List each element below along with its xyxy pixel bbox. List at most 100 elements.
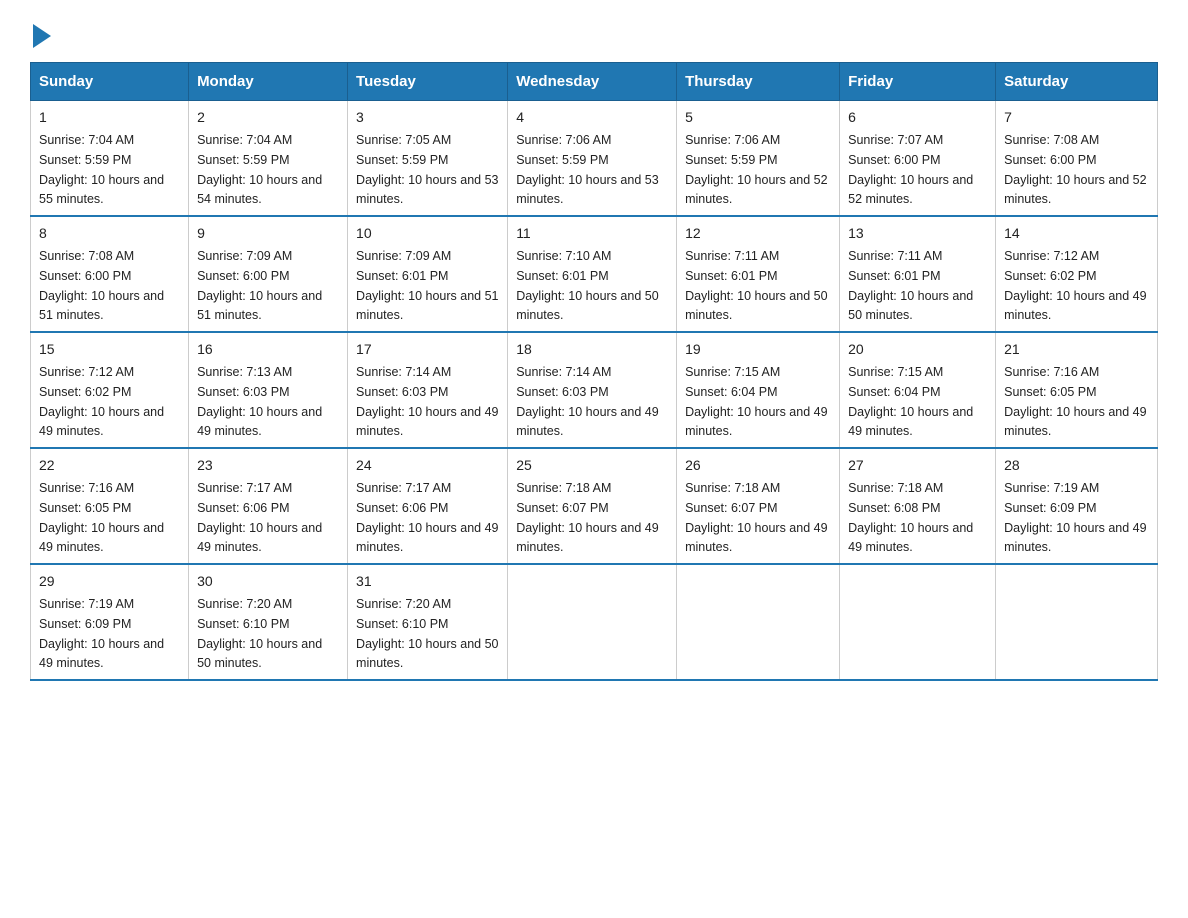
day-cell: 29 Sunrise: 7:19 AMSunset: 6:09 PMDayligh…	[31, 564, 189, 680]
day-number: 3	[356, 107, 499, 128]
day-number: 30	[197, 571, 339, 592]
day-number: 17	[356, 339, 499, 360]
day-cell	[840, 564, 996, 680]
week-row-5: 29 Sunrise: 7:19 AMSunset: 6:09 PMDayligh…	[31, 564, 1158, 680]
week-row-2: 8 Sunrise: 7:08 AMSunset: 6:00 PMDaylight…	[31, 216, 1158, 332]
day-cell: 30 Sunrise: 7:20 AMSunset: 6:10 PMDayligh…	[189, 564, 348, 680]
day-info: Sunrise: 7:12 AMSunset: 6:02 PMDaylight:…	[1004, 249, 1146, 322]
week-row-4: 22 Sunrise: 7:16 AMSunset: 6:05 PMDayligh…	[31, 448, 1158, 564]
day-info: Sunrise: 7:09 AMSunset: 6:00 PMDaylight:…	[197, 249, 322, 322]
day-cell: 1Sunrise: 7:04 AMSunset: 5:59 PMDaylight…	[31, 101, 189, 217]
day-cell: 6 Sunrise: 7:07 AMSunset: 6:00 PMDaylight…	[840, 101, 996, 217]
day-number: 18	[516, 339, 668, 360]
day-info: Sunrise: 7:18 AMSunset: 6:08 PMDaylight:…	[848, 481, 973, 554]
day-cell: 3Sunrise: 7:05 AMSunset: 5:59 PMDaylight…	[348, 101, 508, 217]
day-number: 11	[516, 223, 668, 244]
day-number: 19	[685, 339, 831, 360]
day-cell: 22 Sunrise: 7:16 AMSunset: 6:05 PMDayligh…	[31, 448, 189, 564]
day-cell: 24 Sunrise: 7:17 AMSunset: 6:06 PMDayligh…	[348, 448, 508, 564]
logo-triangle-icon	[33, 24, 51, 48]
weekday-header-friday: Friday	[840, 63, 996, 101]
day-number: 28	[1004, 455, 1149, 476]
day-cell	[996, 564, 1158, 680]
day-cell: 7Sunrise: 7:08 AMSunset: 6:00 PMDaylight…	[996, 101, 1158, 217]
day-info: Sunrise: 7:06 AMSunset: 5:59 PMDaylight:…	[516, 133, 658, 206]
day-cell: 20 Sunrise: 7:15 AMSunset: 6:04 PMDayligh…	[840, 332, 996, 448]
day-info: Sunrise: 7:17 AMSunset: 6:06 PMDaylight:…	[356, 481, 498, 554]
day-info: Sunrise: 7:19 AMSunset: 6:09 PMDaylight:…	[1004, 481, 1146, 554]
day-cell: 9Sunrise: 7:09 AMSunset: 6:00 PMDaylight…	[189, 216, 348, 332]
day-number: 20	[848, 339, 987, 360]
day-number: 5	[685, 107, 831, 128]
day-cell: 11 Sunrise: 7:10 AMSunset: 6:01 PMDayligh…	[508, 216, 677, 332]
week-row-3: 15Sunrise: 7:12 AMSunset: 6:02 PMDayligh…	[31, 332, 1158, 448]
day-number: 13	[848, 223, 987, 244]
day-info: Sunrise: 7:11 AMSunset: 6:01 PMDaylight:…	[848, 249, 973, 322]
day-cell: 25 Sunrise: 7:18 AMSunset: 6:07 PMDayligh…	[508, 448, 677, 564]
day-cell: 31 Sunrise: 7:20 AMSunset: 6:10 PMDayligh…	[348, 564, 508, 680]
day-number: 24	[356, 455, 499, 476]
day-number: 10	[356, 223, 499, 244]
weekday-header-wednesday: Wednesday	[508, 63, 677, 101]
weekday-header-saturday: Saturday	[996, 63, 1158, 101]
day-cell: 27Sunrise: 7:18 AMSunset: 6:08 PMDayligh…	[840, 448, 996, 564]
day-info: Sunrise: 7:19 AMSunset: 6:09 PMDaylight:…	[39, 597, 164, 670]
day-info: Sunrise: 7:15 AMSunset: 6:04 PMDaylight:…	[848, 365, 973, 438]
day-number: 23	[197, 455, 339, 476]
day-cell: 28 Sunrise: 7:19 AMSunset: 6:09 PMDayligh…	[996, 448, 1158, 564]
day-cell: 18 Sunrise: 7:14 AMSunset: 6:03 PMDayligh…	[508, 332, 677, 448]
day-cell: 5 Sunrise: 7:06 AMSunset: 5:59 PMDaylight…	[677, 101, 840, 217]
day-number: 16	[197, 339, 339, 360]
day-cell: 14Sunrise: 7:12 AMSunset: 6:02 PMDayligh…	[996, 216, 1158, 332]
day-info: Sunrise: 7:16 AMSunset: 6:05 PMDaylight:…	[1004, 365, 1146, 438]
day-number: 21	[1004, 339, 1149, 360]
day-info: Sunrise: 7:13 AMSunset: 6:03 PMDaylight:…	[197, 365, 322, 438]
day-info: Sunrise: 7:14 AMSunset: 6:03 PMDaylight:…	[516, 365, 658, 438]
day-info: Sunrise: 7:20 AMSunset: 6:10 PMDaylight:…	[356, 597, 498, 670]
day-cell: 19 Sunrise: 7:15 AMSunset: 6:04 PMDayligh…	[677, 332, 840, 448]
calendar-table: SundayMondayTuesdayWednesdayThursdayFrid…	[30, 62, 1158, 681]
weekday-header-row: SundayMondayTuesdayWednesdayThursdayFrid…	[31, 63, 1158, 101]
day-number: 26	[685, 455, 831, 476]
day-cell: 12 Sunrise: 7:11 AMSunset: 6:01 PMDayligh…	[677, 216, 840, 332]
day-number: 22	[39, 455, 180, 476]
day-number: 8	[39, 223, 180, 244]
day-cell: 10 Sunrise: 7:09 AMSunset: 6:01 PMDayligh…	[348, 216, 508, 332]
day-number: 31	[356, 571, 499, 592]
day-cell	[677, 564, 840, 680]
day-number: 1	[39, 107, 180, 128]
day-info: Sunrise: 7:14 AMSunset: 6:03 PMDaylight:…	[356, 365, 498, 438]
day-number: 29	[39, 571, 180, 592]
day-cell	[508, 564, 677, 680]
day-info: Sunrise: 7:08 AMSunset: 6:00 PMDaylight:…	[1004, 133, 1146, 206]
day-number: 6	[848, 107, 987, 128]
day-info: Sunrise: 7:18 AMSunset: 6:07 PMDaylight:…	[685, 481, 827, 554]
day-cell: 17 Sunrise: 7:14 AMSunset: 6:03 PMDayligh…	[348, 332, 508, 448]
day-number: 25	[516, 455, 668, 476]
day-info: Sunrise: 7:18 AMSunset: 6:07 PMDaylight:…	[516, 481, 658, 554]
day-cell: 15Sunrise: 7:12 AMSunset: 6:02 PMDayligh…	[31, 332, 189, 448]
day-info: Sunrise: 7:08 AMSunset: 6:00 PMDaylight:…	[39, 249, 164, 322]
day-info: Sunrise: 7:20 AMSunset: 6:10 PMDaylight:…	[197, 597, 322, 670]
day-cell: 2Sunrise: 7:04 AMSunset: 5:59 PMDaylight…	[189, 101, 348, 217]
day-info: Sunrise: 7:11 AMSunset: 6:01 PMDaylight:…	[685, 249, 827, 322]
day-info: Sunrise: 7:12 AMSunset: 6:02 PMDaylight:…	[39, 365, 164, 438]
day-number: 4	[516, 107, 668, 128]
day-info: Sunrise: 7:17 AMSunset: 6:06 PMDaylight:…	[197, 481, 322, 554]
week-row-1: 1Sunrise: 7:04 AMSunset: 5:59 PMDaylight…	[31, 101, 1158, 217]
day-info: Sunrise: 7:10 AMSunset: 6:01 PMDaylight:…	[516, 249, 658, 322]
day-info: Sunrise: 7:15 AMSunset: 6:04 PMDaylight:…	[685, 365, 827, 438]
day-info: Sunrise: 7:06 AMSunset: 5:59 PMDaylight:…	[685, 133, 827, 206]
day-info: Sunrise: 7:16 AMSunset: 6:05 PMDaylight:…	[39, 481, 164, 554]
day-number: 2	[197, 107, 339, 128]
page-header	[30, 20, 1158, 42]
day-cell: 16 Sunrise: 7:13 AMSunset: 6:03 PMDayligh…	[189, 332, 348, 448]
day-info: Sunrise: 7:07 AMSunset: 6:00 PMDaylight:…	[848, 133, 973, 206]
weekday-header-monday: Monday	[189, 63, 348, 101]
logo	[30, 20, 51, 42]
day-cell: 4 Sunrise: 7:06 AMSunset: 5:59 PMDaylight…	[508, 101, 677, 217]
day-cell: 21 Sunrise: 7:16 AMSunset: 6:05 PMDayligh…	[996, 332, 1158, 448]
day-number: 12	[685, 223, 831, 244]
weekday-header-tuesday: Tuesday	[348, 63, 508, 101]
day-info: Sunrise: 7:09 AMSunset: 6:01 PMDaylight:…	[356, 249, 498, 322]
